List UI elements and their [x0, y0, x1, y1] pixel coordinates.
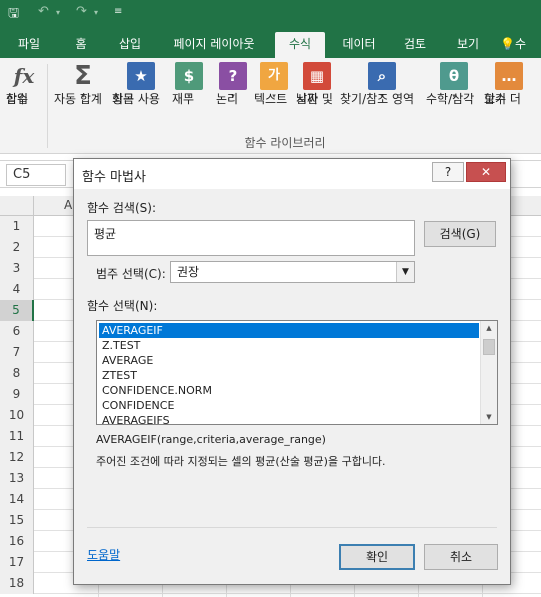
financial-button[interactable]: $ 재무 ▾ — [172, 60, 206, 106]
calendar-book-icon: ▦ — [303, 62, 331, 90]
ribbon-separator — [47, 64, 48, 148]
divider — [87, 527, 497, 528]
insert-function-dialog: 함수 마법사 ? ✕ 함수 검색(S): 평균 검색(G) 범주 선택(C): … — [73, 158, 511, 585]
row-header[interactable]: 16 — [0, 531, 34, 552]
function-list[interactable]: AVERAGEIF Z.TEST AVERAGE ZTEST CONFIDENC… — [96, 320, 498, 425]
list-scrollbar[interactable]: ▲ ▼ — [480, 321, 497, 424]
list-item[interactable]: Z.TEST — [99, 338, 479, 353]
list-item[interactable]: AVERAGE — [99, 353, 479, 368]
undo-icon[interactable]: ↶ — [38, 4, 49, 19]
function-description: 주어진 조건에 따라 지정되는 셀의 평균(산술 평균)을 구합니다. — [96, 455, 386, 468]
list-item[interactable]: CONFIDENCE — [99, 398, 479, 413]
search-button[interactable]: 검색(G) — [424, 221, 496, 247]
function-syntax: AVERAGEIF(range,criteria,average_range) — [96, 433, 326, 446]
scroll-thumb[interactable] — [483, 339, 495, 355]
tell-me-search[interactable]: 💡수 — [500, 32, 540, 58]
help-button[interactable]: ? — [432, 162, 464, 182]
list-item[interactable]: ZTEST — [99, 368, 479, 383]
text-book-icon: 가 — [260, 62, 288, 90]
more-functions-button[interactable]: … 함수 더 보기 — [484, 60, 534, 106]
chevron-down-icon[interactable]: ▼ — [396, 262, 414, 282]
dialog-title: 함수 마법사 — [82, 170, 146, 185]
row-header[interactable]: 10 — [0, 405, 34, 426]
column-header-a[interactable]: A — [64, 198, 72, 212]
ribbon-group-label: 함수 라이브러리 — [244, 136, 326, 150]
name-box[interactable]: C5 — [6, 164, 66, 186]
row-header[interactable]: 6 — [0, 321, 34, 342]
theta-book-icon: θ — [440, 62, 468, 90]
row-header[interactable]: 11 — [0, 426, 34, 447]
save-icon[interactable]: 🖫 — [8, 4, 19, 26]
logical-button[interactable]: ? 논리 ▾ — [216, 60, 250, 106]
lookup-book-icon: ⌕ — [368, 62, 396, 90]
dropdown-icon[interactable]: ▾ — [56, 8, 60, 17]
autosum-button[interactable]: Σ 자동 합계 ▾ — [54, 60, 112, 106]
row-header[interactable]: 2 — [0, 237, 34, 258]
tab-formulas[interactable]: 수식 — [275, 32, 325, 58]
tab-file[interactable]: 파일 — [6, 32, 52, 58]
row-header[interactable]: 18 — [0, 573, 34, 594]
recently-used-button[interactable]: ★ 최근 사용 항목 — [112, 60, 170, 106]
insert-function-button[interactable]: fx 함수 삽입 — [6, 60, 42, 106]
function-list-label: 함수 선택(N): — [87, 299, 158, 313]
close-button[interactable]: ✕ — [466, 162, 506, 182]
category-select[interactable]: 권장 ▼ — [170, 261, 415, 283]
cancel-button[interactable]: 취소 — [424, 544, 498, 570]
list-item[interactable]: AVERAGEIF — [99, 323, 479, 338]
customize-qat-icon[interactable]: ≡ — [114, 6, 122, 17]
row-header[interactable]: 15 — [0, 510, 34, 531]
row-header[interactable]: 9 — [0, 384, 34, 405]
category-label: 범주 선택(C): — [96, 267, 166, 281]
list-item[interactable]: AVERAGEIFS — [99, 413, 479, 424]
row-header[interactable]: 14 — [0, 489, 34, 510]
function-search-input[interactable]: 평균 — [87, 220, 415, 256]
date-time-button[interactable]: ▦ 날짜 및 시간 — [296, 60, 338, 106]
category-value: 권장 — [177, 265, 200, 279]
logical-book-icon: ? — [219, 62, 247, 90]
redo-icon[interactable]: ↷ — [76, 4, 87, 19]
scroll-down-arrow[interactable]: ▼ — [481, 410, 497, 424]
row-header[interactable]: 5 — [0, 300, 34, 321]
search-function-label: 함수 검색(S): — [87, 201, 156, 215]
dialog-title-bar[interactable]: 함수 마법사 ? ✕ — [74, 159, 510, 189]
star-book-icon: ★ — [127, 62, 155, 90]
tab-insert[interactable]: 삽입 — [108, 32, 152, 58]
row-header[interactable]: 17 — [0, 552, 34, 573]
tab-data[interactable]: 데이터 — [334, 32, 384, 58]
row-header[interactable]: 12 — [0, 447, 34, 468]
help-link[interactable]: 도움말 — [87, 546, 120, 563]
tab-home[interactable]: 홈 — [64, 32, 98, 58]
list-item[interactable]: CONFIDENCE.NORM — [99, 383, 479, 398]
row-header[interactable]: 13 — [0, 468, 34, 489]
dropdown-icon[interactable]: ▾ — [94, 8, 98, 17]
lightbulb-icon: 💡 — [500, 37, 515, 51]
row-header[interactable]: 1 — [0, 216, 34, 237]
row-header[interactable]: 8 — [0, 363, 34, 384]
financial-book-icon: $ — [175, 62, 203, 90]
ok-button[interactable]: 확인 — [339, 544, 415, 570]
row-header[interactable]: 3 — [0, 258, 34, 279]
sigma-icon: Σ — [74, 61, 92, 91]
quick-access-toolbar: 🖫 ↶ ▾ ↷ ▾ ≡ — [0, 0, 541, 26]
text-button[interactable]: 가 텍스트 ▾ — [254, 60, 294, 106]
row-header[interactable]: 7 — [0, 342, 34, 363]
tab-page-layout[interactable]: 페이지 레이아웃 — [162, 32, 266, 58]
math-trig-button[interactable]: θ 수학/삼각 ▾ — [426, 60, 482, 106]
row-header[interactable]: 4 — [0, 279, 34, 300]
tab-view[interactable]: 보기 — [446, 32, 490, 58]
select-all-corner[interactable] — [0, 196, 34, 216]
tab-review[interactable]: 검토 — [393, 32, 437, 58]
ribbon-formulas: fx 함수 삽입 Σ 자동 합계 ▾ ★ 최근 사용 항목 $ 재무 ▾ ? 논… — [0, 58, 541, 154]
more-functions-icon: … — [495, 62, 523, 90]
scroll-up-arrow[interactable]: ▲ — [481, 321, 497, 335]
lookup-reference-button[interactable]: ⌕ 찾기/참조 영역 ▾ — [340, 60, 424, 106]
ribbon-tabs: 파일 홈 삽입 페이지 레이아웃 수식 데이터 검토 보기 💡수 — [0, 26, 541, 58]
fx-icon: fx — [13, 64, 35, 88]
